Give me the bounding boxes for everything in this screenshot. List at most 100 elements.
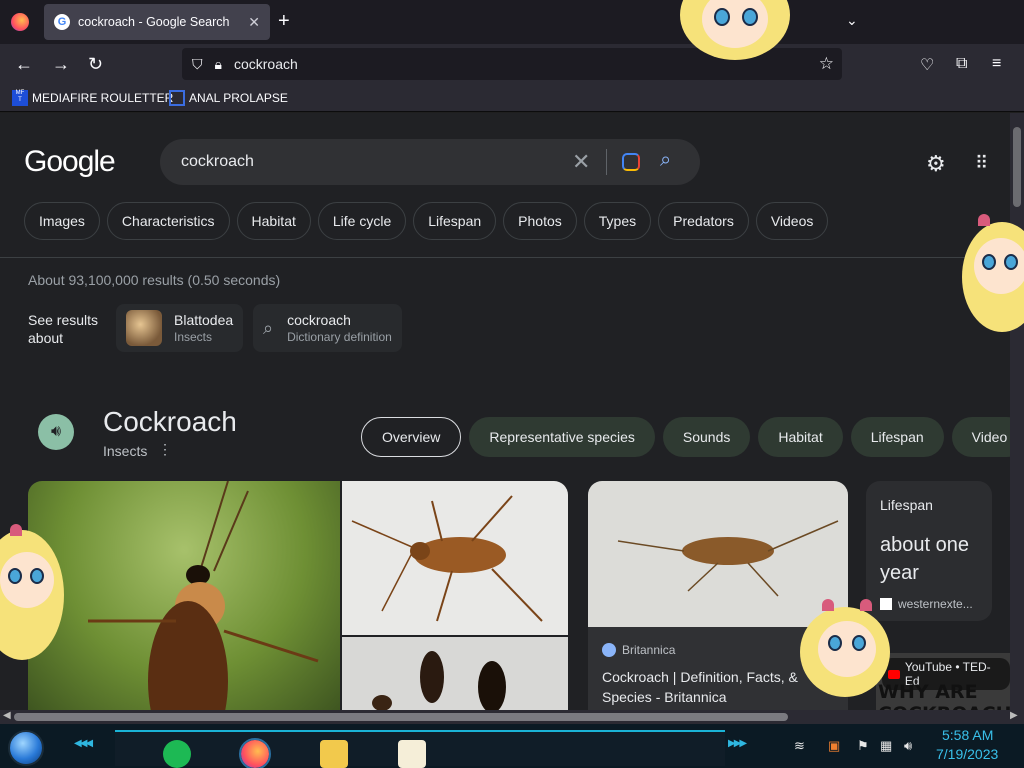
scroll-thumb[interactable] bbox=[14, 713, 788, 721]
network-icon[interactable]: ▦ bbox=[880, 738, 892, 754]
result-stats: About 93,100,000 results (0.50 seconds) bbox=[28, 272, 281, 288]
back-icon[interactable]: ← bbox=[15, 54, 33, 75]
chip-photos[interactable]: Photos bbox=[503, 202, 577, 240]
search-input[interactable]: cockroach bbox=[181, 153, 254, 171]
see-result-blattodea[interactable]: Blattodea Insects bbox=[116, 304, 244, 352]
spotify-icon[interactable] bbox=[163, 740, 191, 768]
search-icon[interactable]: ⌕ bbox=[660, 149, 671, 172]
forward-icon[interactable]: → bbox=[52, 54, 70, 75]
tab-google-search[interactable]: G cockroach - Google Search ✕ bbox=[44, 4, 270, 40]
youtube-video-card[interactable]: YouTube • TED-Ed WHY ARE COCKROACHE bbox=[876, 653, 1010, 710]
taskbar-decor: ◀◀◀ bbox=[74, 738, 93, 749]
clock-time[interactable]: 5:58 AM bbox=[942, 727, 993, 743]
knowledge-panel-tabs: Overview Representative species Sounds H… bbox=[361, 417, 1010, 457]
chip-characteristics[interactable]: Characteristics bbox=[106, 202, 230, 240]
knowledge-panel-subtitle: Insects bbox=[103, 443, 148, 459]
scroll-right-icon[interactable]: ▶ bbox=[1010, 710, 1018, 721]
nav-bar: ← → ↻ ⛉ 🔒︎ cockroach ☆ ♡ ⧉ ≡ bbox=[0, 44, 1024, 86]
vertical-scrollbar[interactable] bbox=[1010, 113, 1024, 710]
chip-images[interactable]: Images bbox=[24, 202, 100, 240]
tab-sounds[interactable]: Sounds bbox=[662, 417, 751, 457]
video-thumbnail-text: WHY ARE COCKROACHE bbox=[878, 681, 1010, 710]
extensions-icon[interactable]: ⧉ bbox=[956, 55, 967, 73]
speaker-icon[interactable]: 🔊︎ bbox=[38, 414, 74, 450]
google-favicon: G bbox=[54, 14, 70, 30]
cockroach-illustration bbox=[351, 495, 543, 622]
tab-title: cockroach - Google Search bbox=[78, 15, 230, 29]
google-logo[interactable]: Google bbox=[24, 145, 116, 179]
search-box[interactable]: cockroach ✕ ⌕ bbox=[160, 139, 700, 185]
firefox-icon[interactable] bbox=[239, 738, 271, 768]
sticker-character bbox=[0, 520, 64, 660]
bookmark-second[interactable]: ANAL PROLAPSE bbox=[169, 90, 288, 106]
menu-icon[interactable]: ≡ bbox=[992, 55, 1001, 73]
firefox-icon[interactable] bbox=[11, 13, 29, 31]
lens-icon[interactable] bbox=[622, 153, 640, 171]
lifespan-value: about one year bbox=[880, 534, 969, 584]
chevron-down-icon[interactable]: ⌄ bbox=[846, 12, 858, 29]
flag-icon[interactable]: ⚑ bbox=[857, 738, 869, 754]
chip-predators[interactable]: Predators bbox=[658, 202, 749, 240]
pocket-icon[interactable]: ♡ bbox=[920, 55, 934, 75]
start-orb-icon[interactable] bbox=[8, 730, 44, 766]
notepad-icon[interactable] bbox=[398, 740, 426, 768]
tab-representative-species[interactable]: Representative species bbox=[469, 417, 655, 457]
more-vert-icon[interactable]: ⋮ bbox=[158, 441, 172, 458]
cockroach-main-image[interactable] bbox=[28, 481, 340, 710]
lifespan-source: westernexte... bbox=[880, 597, 973, 611]
bookmark-mediafire[interactable]: MF T MEDIAFIRE ROULETTER bbox=[12, 90, 173, 106]
see-result-subtitle: Dictionary definition bbox=[287, 330, 392, 344]
bookmark-label: ANAL PROLAPSE bbox=[189, 91, 288, 105]
taskbar-app-strip bbox=[115, 730, 725, 768]
clear-icon[interactable]: ✕ bbox=[572, 149, 590, 175]
tray-app-icon[interactable]: ▣ bbox=[828, 738, 840, 754]
gear-icon[interactable]: ⚙ bbox=[926, 151, 946, 177]
search-icon: ⌕ bbox=[263, 317, 274, 338]
cockroach-image-white-bg[interactable] bbox=[342, 481, 568, 635]
google-results-page: Google cockroach ✕ ⌕ ⚙ ⠿ Images Characte… bbox=[0, 113, 1010, 710]
horizontal-scrollbar[interactable]: ◀ ▶ bbox=[0, 710, 1024, 724]
sticker-character bbox=[800, 597, 890, 697]
blattodea-thumbnail bbox=[126, 310, 162, 346]
chip-life-cycle[interactable]: Life cycle bbox=[317, 202, 407, 240]
apps-icon[interactable]: ⠿ bbox=[975, 153, 988, 174]
tab-lifespan[interactable]: Lifespan bbox=[850, 417, 944, 457]
chip-videos[interactable]: Videos bbox=[755, 202, 829, 240]
bookmark-label: MEDIAFIRE ROULETTER bbox=[32, 91, 174, 105]
chip-habitat[interactable]: Habitat bbox=[236, 202, 311, 240]
mediafire-icon: MF T bbox=[12, 90, 28, 106]
shield-icon[interactable]: ⛉ bbox=[192, 56, 203, 73]
see-result-title: Blattodea bbox=[174, 312, 234, 328]
scroll-thumb[interactable] bbox=[1013, 127, 1021, 207]
close-icon[interactable]: ✕ bbox=[248, 14, 260, 31]
chip-types[interactable]: Types bbox=[583, 202, 652, 240]
taskbar: ◀◀◀ ▶▶▶ ≋ ▣ ⚑ ▦ 🔊︎ 5:58 AM 7/19/2023 bbox=[0, 724, 1024, 768]
britannica-icon bbox=[602, 643, 616, 657]
bookmarks-toolbar: MF T MEDIAFIRE ROULETTER ANAL PROLAPSE bbox=[0, 86, 1024, 112]
source-label: Britannica bbox=[622, 643, 676, 657]
file-explorer-icon[interactable] bbox=[320, 740, 348, 768]
sticker-character bbox=[680, 0, 790, 60]
tab-video[interactable]: Video bbox=[951, 417, 1010, 457]
url-text[interactable]: cockroach bbox=[234, 56, 298, 72]
britannica-source: Britannica bbox=[602, 643, 675, 657]
tab-habitat[interactable]: Habitat bbox=[758, 417, 843, 457]
star-icon[interactable]: ☆ bbox=[819, 54, 834, 74]
reload-icon[interactable]: ↻ bbox=[88, 54, 103, 75]
see-results-label: See results about bbox=[28, 312, 99, 346]
plus-icon[interactable]: + bbox=[278, 10, 290, 33]
divider bbox=[0, 257, 1010, 258]
tab-overview[interactable]: Overview bbox=[361, 417, 462, 457]
cockroach-illustration bbox=[88, 481, 319, 710]
clock-date[interactable]: 7/19/2023 bbox=[936, 746, 998, 762]
chip-lifespan[interactable]: Lifespan bbox=[413, 202, 497, 240]
source-label: westernexte... bbox=[898, 597, 973, 611]
scroll-left-icon[interactable]: ◀ bbox=[3, 710, 11, 721]
lock-icon[interactable]: 🔒︎ bbox=[215, 56, 222, 73]
volume-icon[interactable]: 🔊︎ bbox=[904, 738, 912, 754]
cockroach-image-multiple[interactable] bbox=[342, 637, 568, 710]
knowledge-panel-title: Cockroach bbox=[103, 406, 237, 437]
see-result-subtitle: Insects bbox=[174, 330, 213, 344]
see-result-definition[interactable]: ⌕ cockroach Dictionary definition bbox=[253, 304, 402, 352]
tray-decor-icon: ≋ bbox=[794, 738, 805, 753]
